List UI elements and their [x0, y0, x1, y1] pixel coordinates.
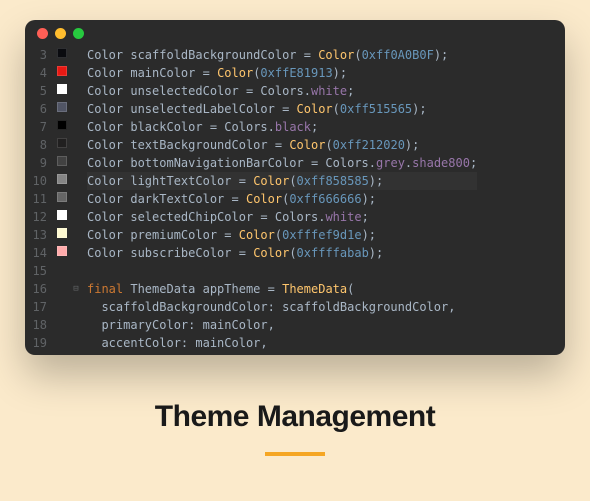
fold-icon	[69, 298, 83, 316]
color-swatch	[57, 228, 67, 238]
color-swatch	[57, 84, 67, 94]
line-number: 16	[25, 280, 47, 298]
line-number: 15	[25, 262, 47, 280]
code-line: Color subscribeColor = Color(0xffffabab)…	[87, 244, 477, 262]
line-number: 12	[25, 208, 47, 226]
title-section: Theme Management	[155, 400, 435, 456]
color-swatch	[57, 318, 67, 328]
code-area: 345678910111213141516171819 ⊟ Color scaf…	[25, 46, 565, 355]
line-number: 14	[25, 244, 47, 262]
fold-icon	[69, 64, 83, 82]
fold-icon	[69, 316, 83, 334]
fold-icon	[69, 226, 83, 244]
fold-icon	[69, 262, 83, 280]
line-number-gutter: 345678910111213141516171819	[25, 46, 55, 355]
code-line: Color selectedChipColor = Colors.white;	[87, 208, 477, 226]
line-number: 10	[25, 172, 47, 190]
code-line: final ThemeData appTheme = ThemeData(	[87, 280, 477, 298]
line-number: 13	[25, 226, 47, 244]
fold-icon[interactable]: ⊟	[69, 280, 83, 298]
code-line: Color textBackgroundColor = Color(0xff21…	[87, 136, 477, 154]
code-line: Color mainColor = Color(0xffE81913);	[87, 64, 477, 82]
color-swatch	[57, 300, 67, 310]
color-swatch	[57, 120, 67, 130]
page-title: Theme Management	[155, 400, 435, 434]
code-line: Color darkTextColor = Color(0xff666666);	[87, 190, 477, 208]
code-editor: 345678910111213141516171819 ⊟ Color scaf…	[25, 20, 565, 355]
line-number: 4	[25, 64, 47, 82]
fold-icon	[69, 118, 83, 136]
line-number: 11	[25, 190, 47, 208]
code-line: scaffoldBackgroundColor: scaffoldBackgro…	[87, 298, 477, 316]
code-line: Color unselectedColor = Colors.white;	[87, 82, 477, 100]
title-underline	[265, 452, 325, 456]
fold-icon	[69, 100, 83, 118]
color-swatch	[57, 174, 67, 184]
code-line: Color premiumColor = Color(0xfffef9d1e);	[87, 226, 477, 244]
code-lines[interactable]: Color scaffoldBackgroundColor = Color(0x…	[83, 46, 477, 355]
line-number: 17	[25, 298, 47, 316]
code-line: Color scaffoldBackgroundColor = Color(0x…	[87, 46, 477, 64]
color-swatch	[57, 156, 67, 166]
color-swatch	[57, 282, 67, 292]
line-number: 18	[25, 316, 47, 334]
window-titlebar	[25, 20, 565, 46]
line-number: 7	[25, 118, 47, 136]
color-swatch	[57, 48, 67, 58]
code-line: Color bottomNavigationBarColor = Colors.…	[87, 154, 477, 172]
close-icon[interactable]	[37, 28, 48, 39]
code-line: Color lightTextColor = Color(0xff858585)…	[87, 172, 477, 190]
code-line: accentColor: mainColor,	[87, 334, 477, 352]
color-swatch	[57, 210, 67, 220]
fold-icon	[69, 244, 83, 262]
code-line	[87, 262, 477, 280]
maximize-icon[interactable]	[73, 28, 84, 39]
line-number: 8	[25, 136, 47, 154]
color-swatch	[57, 102, 67, 112]
fold-icon	[69, 208, 83, 226]
fold-icon	[69, 172, 83, 190]
code-line: Color unselectedLabelColor = Color(0xff5…	[87, 100, 477, 118]
fold-icon	[69, 190, 83, 208]
code-line: Color blackColor = Colors.black;	[87, 118, 477, 136]
fold-icon	[69, 136, 83, 154]
line-number: 5	[25, 82, 47, 100]
fold-icon	[69, 46, 83, 64]
fold-gutter: ⊟	[69, 46, 83, 355]
color-swatch	[57, 192, 67, 202]
color-swatch	[57, 264, 67, 274]
color-swatch	[57, 336, 67, 346]
code-line: primaryColor: mainColor,	[87, 316, 477, 334]
line-number: 6	[25, 100, 47, 118]
color-swatch	[57, 246, 67, 256]
fold-icon	[69, 154, 83, 172]
minimize-icon[interactable]	[55, 28, 66, 39]
fold-icon	[69, 334, 83, 352]
color-swatch-gutter	[55, 46, 69, 355]
line-number: 19	[25, 334, 47, 352]
color-swatch	[57, 66, 67, 76]
color-swatch	[57, 138, 67, 148]
line-number: 9	[25, 154, 47, 172]
fold-icon	[69, 82, 83, 100]
line-number: 3	[25, 46, 47, 64]
